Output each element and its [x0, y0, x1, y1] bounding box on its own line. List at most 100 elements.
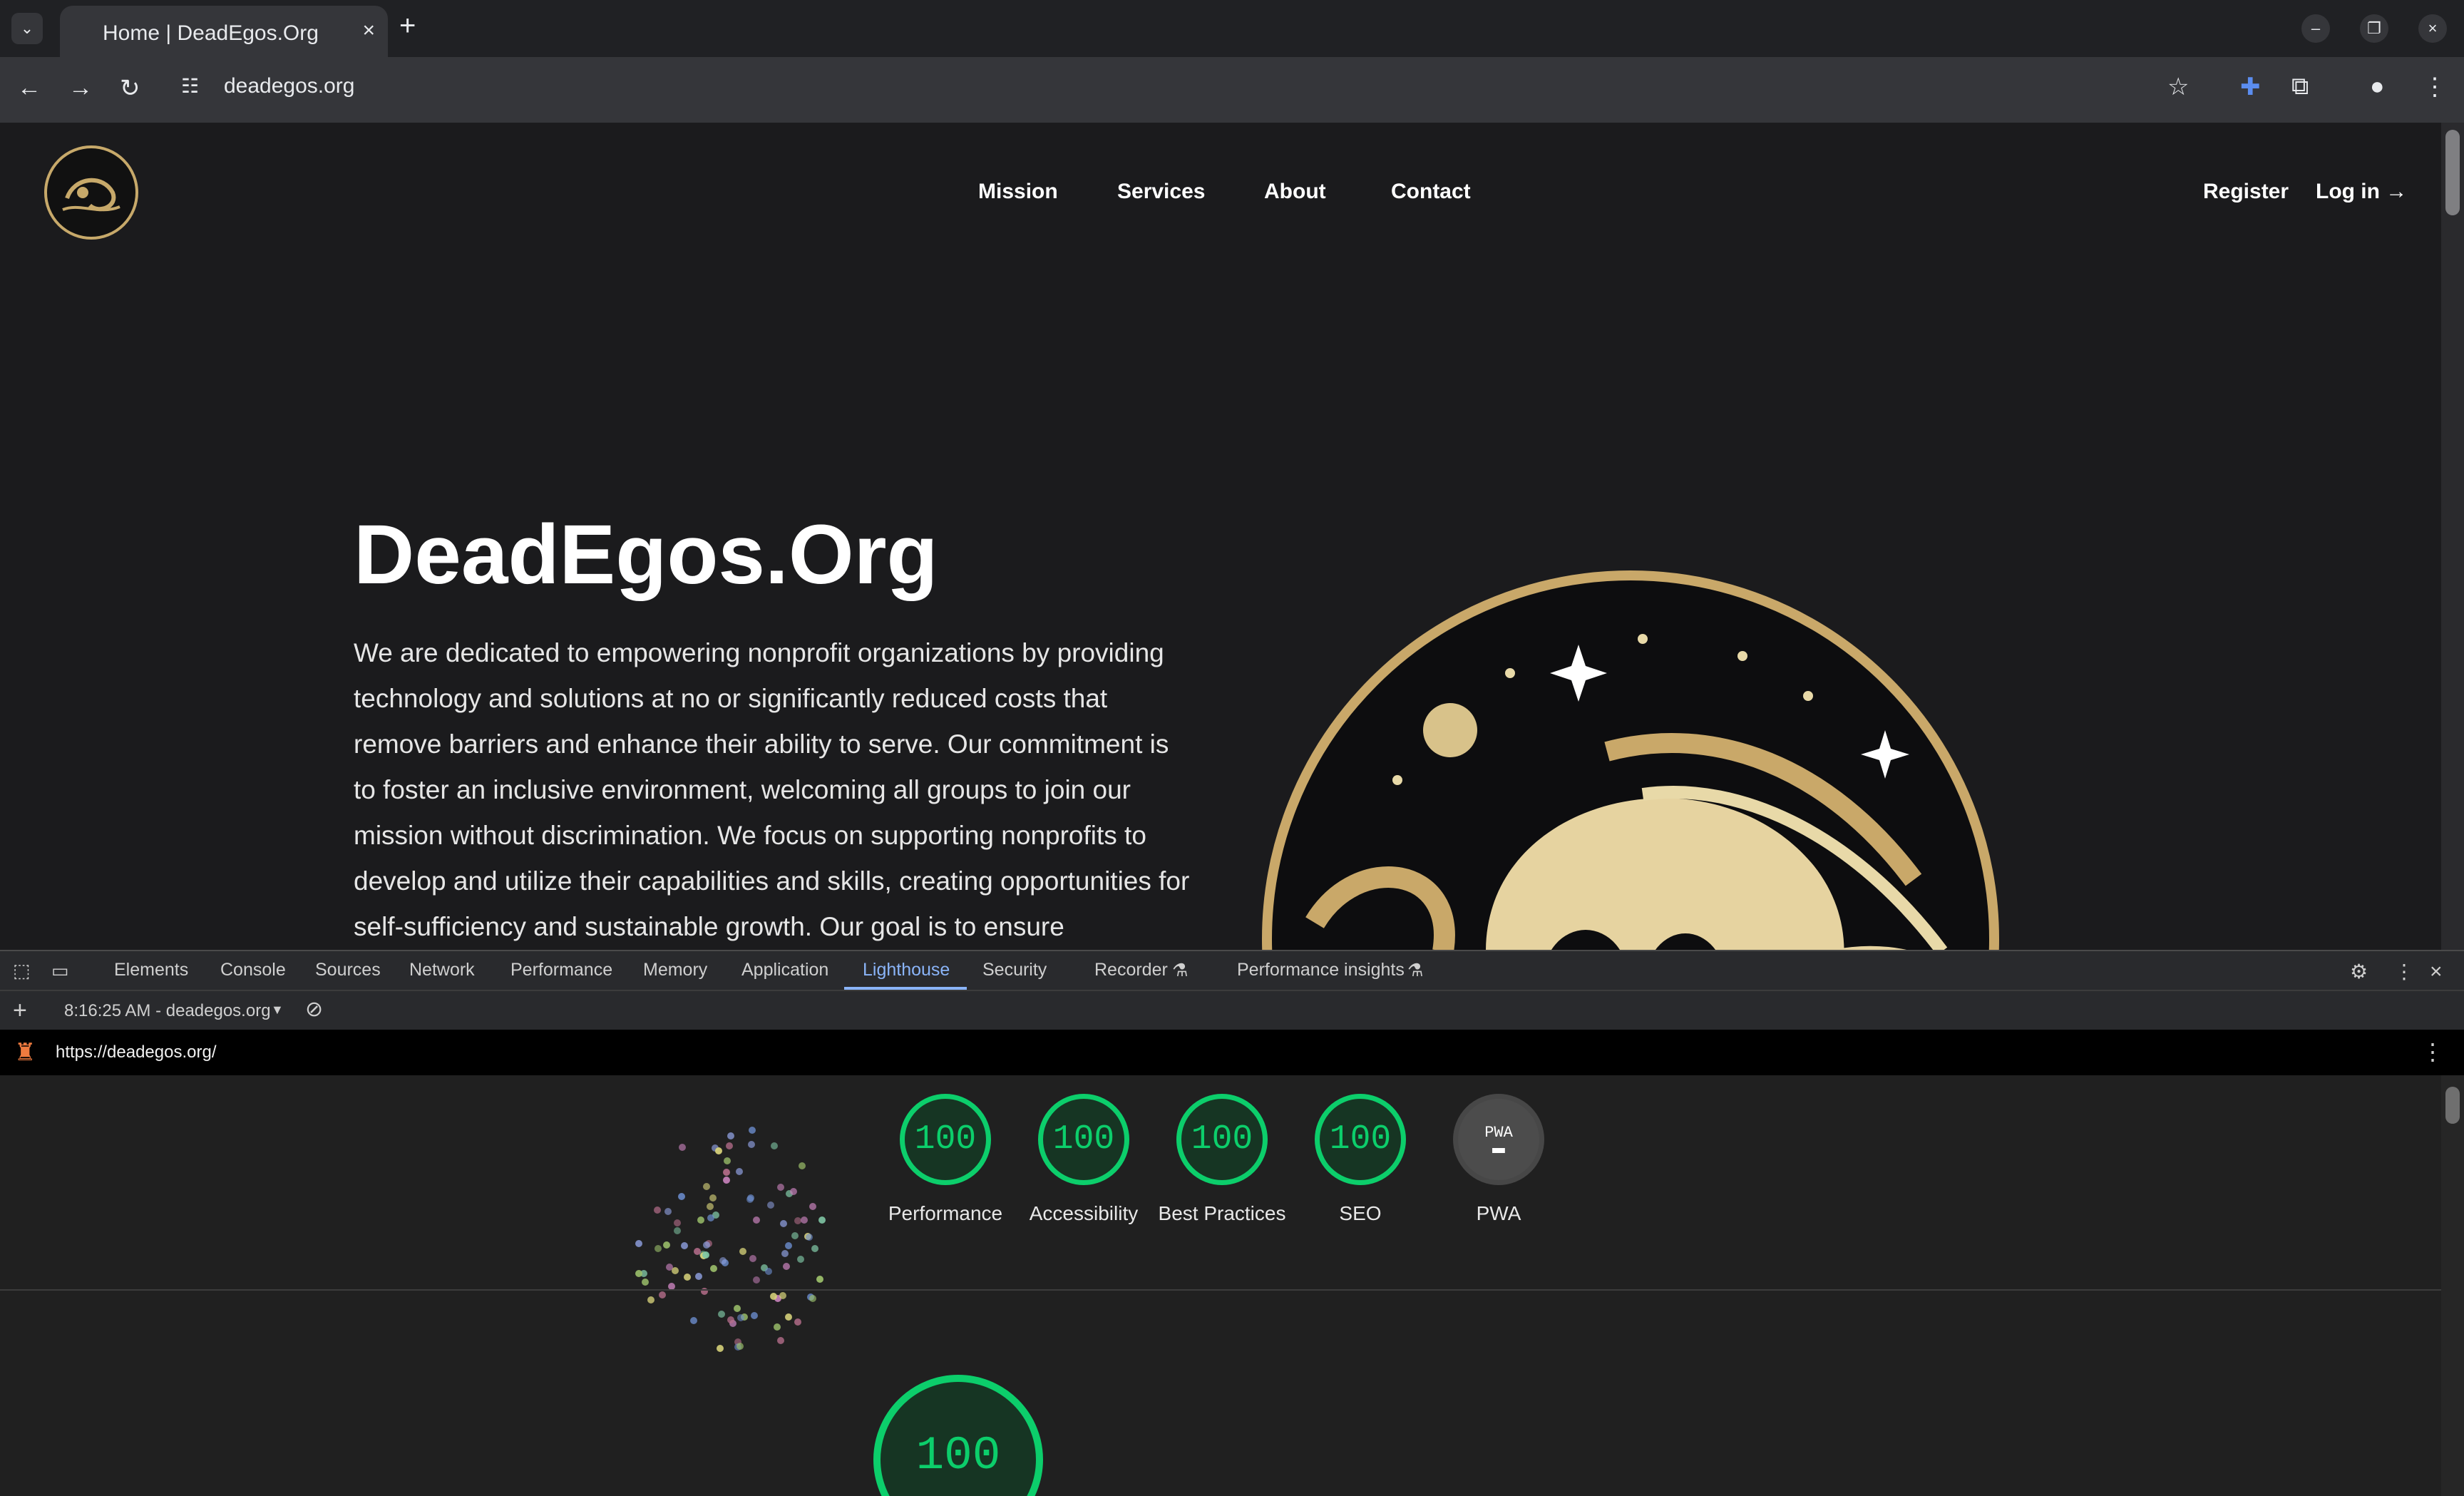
tab-memory[interactable]: Memory: [643, 960, 707, 980]
tab-elements[interactable]: Elements: [114, 960, 188, 980]
tab-sources[interactable]: Sources: [315, 960, 381, 980]
nav-services-link[interactable]: Services: [1117, 180, 1205, 204]
reload-icon[interactable]: ↻: [120, 74, 140, 103]
confetti-dot: [695, 1272, 703, 1280]
confetti-dot: [770, 1142, 778, 1149]
minimize-button[interactable]: –: [2301, 14, 2330, 43]
profile-icon[interactable]: ●: [2370, 73, 2385, 101]
puzzle-extension-icon[interactable]: ✚: [2240, 73, 2261, 101]
devtools-panel: ⬚ ▭ Elements Console Sources Network Per…: [0, 950, 2464, 1496]
confetti-dot: [673, 1227, 681, 1235]
tab-network[interactable]: Network: [409, 960, 475, 980]
bookmark-star-icon[interactable]: ☆: [2167, 73, 2189, 101]
confetti-dot: [766, 1201, 774, 1209]
tab-close-icon[interactable]: ×: [362, 19, 375, 43]
report-select[interactable]: 8:16:25 AM - deadegos.org: [64, 1001, 271, 1021]
performance-gauge[interactable]: 100: [900, 1094, 991, 1185]
tab-performance-insights[interactable]: Performance insights: [1237, 960, 1405, 980]
inspect-element-icon[interactable]: ⬚: [13, 960, 31, 982]
confetti-dot: [739, 1248, 747, 1256]
tab-security[interactable]: Security: [982, 960, 1047, 980]
new-report-plus-icon[interactable]: +: [13, 997, 27, 1025]
pwa-gauge[interactable]: PWA ▬: [1453, 1094, 1544, 1185]
confetti-dot: [746, 1194, 754, 1202]
login-link[interactable]: Log in →: [2316, 180, 2407, 204]
restore-button[interactable]: ❐: [2360, 14, 2388, 43]
report-scrollbar-thumb[interactable]: [2445, 1087, 2460, 1124]
report-url[interactable]: https://deadegos.org/: [56, 1042, 217, 1062]
confetti-dot: [724, 1157, 732, 1165]
page-scrollbar-thumb[interactable]: [2445, 130, 2460, 215]
confetti-dot: [808, 1203, 816, 1211]
tab-strip: ⌄ Home | DeadEgos.Org × + – ❐ ×: [0, 0, 2464, 57]
confetti-dot: [765, 1268, 773, 1276]
devtools-close-icon[interactable]: ×: [2430, 960, 2443, 984]
address-bar[interactable]: deadegos.org: [224, 74, 355, 98]
report-scrollbar[interactable]: [2441, 1075, 2464, 1496]
confetti-dot: [716, 1344, 724, 1352]
back-icon[interactable]: ←: [17, 74, 41, 102]
report-select-caret-icon[interactable]: ▼: [271, 1003, 284, 1018]
confetti-dot: [678, 1193, 686, 1201]
confetti-dot: [727, 1316, 734, 1323]
device-toolbar-icon[interactable]: ▭: [51, 960, 69, 982]
confetti-dot: [790, 1187, 798, 1195]
tab-application[interactable]: Application: [741, 960, 828, 980]
seo-score: 100: [1315, 1094, 1406, 1185]
confetti-dot: [794, 1318, 801, 1326]
big-performance-score: 100: [873, 1375, 1043, 1496]
confetti-dot: [679, 1143, 687, 1151]
devtools-menu-icon[interactable]: ⋮: [2394, 960, 2414, 983]
confetti-dot: [702, 1241, 710, 1249]
settings-gear-icon[interactable]: ⚙: [2350, 960, 2368, 983]
web-page: Mission Services About Contact Register …: [0, 123, 2441, 950]
best-practices-gauge[interactable]: 100: [1176, 1094, 1268, 1185]
confetti-dot: [707, 1202, 714, 1210]
tab-performance[interactable]: Performance: [510, 960, 612, 980]
close-window-button[interactable]: ×: [2418, 14, 2447, 43]
tab-search-button[interactable]: ⌄: [11, 13, 43, 44]
confetti-dot: [703, 1182, 711, 1190]
clear-reports-icon[interactable]: ⊘: [305, 997, 323, 1022]
confetti-dot: [642, 1279, 650, 1286]
confetti-dot: [779, 1292, 786, 1300]
confetti-dot: [750, 1312, 758, 1320]
page-scrollbar[interactable]: [2441, 123, 2464, 950]
forward-icon[interactable]: →: [68, 74, 93, 102]
new-tab-icon[interactable]: +: [399, 10, 416, 42]
nav-about-link[interactable]: About: [1264, 180, 1326, 204]
tab-recorder[interactable]: Recorder: [1094, 960, 1168, 980]
site-info-icon[interactable]: ☷: [181, 74, 199, 98]
confetti-dot: [635, 1240, 642, 1248]
accessibility-gauge[interactable]: 100: [1038, 1094, 1129, 1185]
confetti-dot: [811, 1244, 819, 1252]
register-link[interactable]: Register: [2203, 180, 2289, 204]
confetti-dot: [735, 1168, 743, 1176]
menu-icon[interactable]: ⋮: [2423, 73, 2447, 101]
confetti-dot: [662, 1241, 670, 1249]
extensions-icon[interactable]: ⧉: [2291, 73, 2309, 101]
confetti-dot: [693, 1247, 701, 1255]
confetti-dot: [749, 1255, 756, 1263]
confetti-dot: [654, 1244, 662, 1252]
confetti-dot: [777, 1337, 785, 1345]
tab-lighthouse[interactable]: Lighthouse: [863, 960, 950, 980]
confetti-dot: [773, 1323, 781, 1331]
tab-console[interactable]: Console: [220, 960, 286, 980]
nav-mission-link[interactable]: Mission: [978, 180, 1058, 204]
confetti-dot: [818, 1216, 826, 1224]
confetti-dot: [719, 1256, 727, 1264]
site-logo[interactable]: [44, 145, 138, 240]
confetti-dot: [707, 1214, 714, 1221]
nav-contact-link[interactable]: Contact: [1391, 180, 1471, 204]
performance-label: Performance: [888, 1202, 1003, 1224]
devtools-tab-bar: ⬚ ▭ Elements Console Sources Network Per…: [0, 951, 2464, 990]
confetti-dot: [797, 1255, 804, 1263]
browser-tab[interactable]: Home | DeadEgos.Org ×: [60, 6, 388, 57]
seo-gauge[interactable]: 100: [1315, 1094, 1406, 1185]
accessibility-label: Accessibility: [1029, 1202, 1139, 1224]
hero-description: We are dedicated to empowering nonprofit…: [354, 638, 1190, 941]
confetti-dot: [781, 1249, 789, 1257]
lighthouse-toolbar: + 8:16:25 AM - deadegos.org ▼ ⊘: [0, 990, 2464, 1030]
report-menu-icon[interactable]: ⋮: [2421, 1038, 2444, 1065]
